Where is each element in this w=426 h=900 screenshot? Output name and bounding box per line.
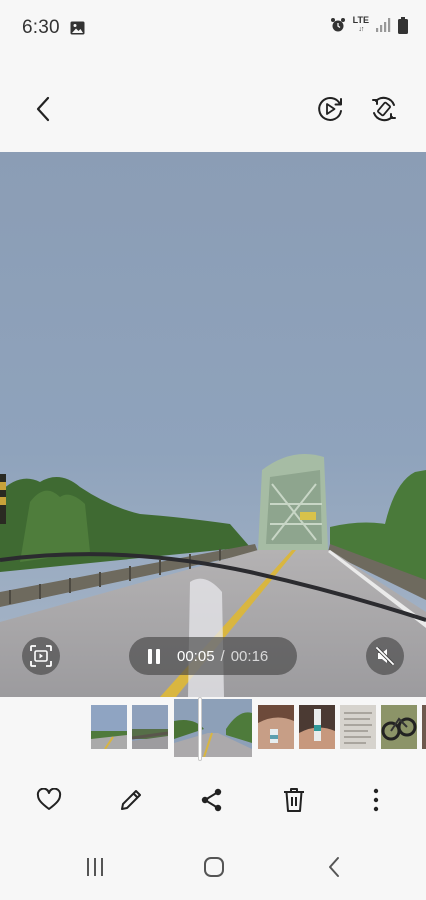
thumbnail-hand-sample[interactable] [258, 705, 294, 749]
capture-frame-icon [30, 645, 52, 667]
mute-icon [375, 646, 395, 666]
thumbnail-document[interactable] [340, 705, 376, 749]
total-time: 00:16 [230, 647, 269, 665]
status-time: 6:30 [22, 17, 60, 38]
back-button[interactable] [26, 92, 60, 126]
current-time: 00:05 [177, 647, 215, 665]
trash-icon [284, 788, 304, 812]
network-type: LTE [352, 15, 369, 25]
more-options-button[interactable] [360, 784, 392, 816]
share-button[interactable] [196, 784, 228, 816]
thumbnail-road-current[interactable] [174, 699, 252, 757]
thumbnail-road-1[interactable] [91, 705, 127, 749]
video-frame [0, 152, 426, 697]
more-options-icon [373, 788, 379, 812]
capture-frame-button[interactable] [22, 637, 60, 675]
motion-photo-icon [318, 97, 342, 121]
home-button[interactable] [196, 852, 232, 882]
lte-data-icon: LTE ↓↑ [352, 15, 369, 34]
pause-icon [148, 648, 160, 664]
rotate-button[interactable] [367, 92, 401, 126]
status-bar: 6:30 LTE ↓↑ [0, 0, 426, 56]
video-player[interactable] [0, 152, 426, 697]
heart-icon [36, 788, 62, 810]
gallery-notification-icon [70, 21, 85, 35]
thumbnail-road-2[interactable] [132, 705, 168, 749]
thumbnail-partial[interactable] [422, 705, 426, 749]
navigation-bar [0, 840, 426, 892]
delete-button[interactable] [278, 784, 310, 816]
battery-icon [398, 16, 408, 34]
pause-button[interactable] [145, 647, 163, 665]
favorite-button[interactable] [33, 784, 65, 816]
thumbnail-bicycles[interactable] [381, 705, 417, 749]
rotate-icon [372, 96, 396, 122]
signal-icon [376, 18, 391, 32]
edit-button[interactable] [115, 784, 147, 816]
back-arrow-icon [36, 96, 50, 122]
alarm-icon [330, 18, 345, 32]
back-icon [329, 857, 339, 877]
back-nav-button[interactable] [316, 852, 352, 882]
thumbnail-hand-vial[interactable] [299, 705, 335, 749]
filmstrip[interactable] [0, 697, 426, 765]
share-icon [201, 788, 222, 812]
top-bar [0, 80, 426, 140]
mute-button[interactable] [366, 637, 404, 675]
time-separator: / [220, 647, 225, 665]
recent-apps-icon [87, 858, 103, 876]
recent-apps-button[interactable] [77, 852, 113, 882]
home-icon [204, 857, 224, 877]
scrubber-handle[interactable] [198, 697, 202, 761]
playback-controls: 00:05 / 00:16 [129, 637, 297, 675]
action-bar [0, 776, 426, 824]
motion-photo-button[interactable] [313, 92, 347, 126]
edit-pencil-icon [121, 790, 141, 810]
